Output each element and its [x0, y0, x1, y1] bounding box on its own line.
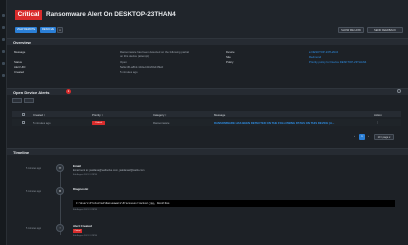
event-diagnostic-time: 5 minutes ago — [26, 190, 42, 193]
reports-icon[interactable] — [2, 62, 5, 65]
column-category-label: Category — [153, 112, 165, 117]
select-all-checkbox[interactable] — [22, 112, 25, 116]
show-me-how-button[interactable]: SHOW ME HOW — [338, 27, 364, 33]
row-action-menu[interactable]: ⋮ — [376, 120, 379, 124]
event-email-text: Email sent to: jsaldana@wellsolve.com, j… — [73, 169, 145, 172]
chevron-left-icon[interactable]: ‹ — [352, 134, 357, 140]
filter-button[interactable] — [24, 98, 34, 103]
alert-uid-value: 5a9e1f0-a8b2-10da-b4b2bbd4f9e0 — [120, 65, 164, 69]
event-diagnostic-title: Diagnostic — [73, 187, 89, 191]
per-page-select[interactable]: 10 / page ▾ — [374, 134, 394, 140]
alert-count-badge: 1 — [66, 89, 71, 94]
message-label: Message — [14, 50, 26, 54]
created-value: 5 minutes ago — [120, 70, 138, 74]
home-icon[interactable] — [2, 14, 5, 17]
alerts-table-header — [12, 111, 401, 117]
send-feedback-button[interactable]: SEND FEEDBACK — [367, 27, 403, 33]
row-priority-badge: Critical — [92, 120, 105, 125]
row-checkbox[interactable] — [22, 121, 25, 124]
email-icon: ✉ — [56, 164, 64, 172]
overview-heading: Overview — [7, 38, 408, 45]
dashboard-icon[interactable] — [2, 26, 5, 29]
settings-icon[interactable] — [2, 74, 5, 77]
alert-uid-label: Alert UID — [14, 65, 26, 69]
status-value: Open — [120, 60, 127, 64]
page-title: Ransomware Alert On DESKTOP-23THAN4 — [46, 11, 176, 18]
diagnostic-icon: ⚙ — [56, 187, 64, 195]
settings-icon[interactable] — [397, 89, 401, 93]
event-diagnostic-code: C:\Users\Protected\Ransomware\Processes\… — [73, 200, 395, 207]
device-label: Device — [226, 50, 235, 54]
row-created: 5 minutes ago — [33, 121, 51, 125]
row-category: Ransomware — [153, 121, 170, 125]
event-email-title: Email — [73, 164, 82, 168]
device-value: DESKTOP-23THAN4 — [311, 50, 338, 54]
page-header: Critical Ransomware Alert On DESKTOP-23T… — [7, 0, 408, 38]
column-created-label: Created — [33, 112, 43, 117]
timeline-heading: Timeline — [7, 148, 408, 155]
sidebar — [0, 0, 7, 245]
event-email-time: 5 minutes ago — [26, 167, 42, 170]
device-link[interactable]: ● DESKTOP-23THAN4 — [309, 50, 338, 54]
table-row[interactable] — [12, 119, 401, 126]
critical-tag: Critical — [15, 10, 42, 20]
alert-icon: ! — [56, 224, 64, 232]
status-label: Status — [14, 60, 22, 64]
policy-link[interactable]: Priority policy for Device DESKTOP-23THA… — [309, 60, 366, 64]
event-alert-badge: Critical — [73, 229, 82, 233]
site-label: Site — [226, 55, 231, 59]
column-priority-label: Priority — [92, 112, 101, 117]
row-message-link[interactable]: RANSOMWARE HAS BEEN DETECTED ON THE FOLL… — [214, 121, 334, 125]
column-action: Action — [374, 112, 382, 117]
event-email-date: 8th August 2021 2:29PM — [73, 174, 97, 176]
resolve-options-button[interactable]: ▾ — [57, 27, 63, 33]
event-diagnostic-date: 8th August 2021 2:29PM — [73, 209, 97, 211]
bulk-action-button[interactable] — [12, 98, 22, 103]
event-alert-date: 8th August 2021 2:29PM — [73, 235, 97, 237]
event-alert-title: Alert Created — [73, 224, 92, 228]
column-category[interactable]: Category ↕ — [153, 113, 167, 117]
policy-label: Policy — [226, 60, 234, 64]
column-created[interactable]: Created ↕ — [33, 113, 45, 117]
chevron-right-icon[interactable]: › — [366, 134, 371, 140]
devices-icon[interactable] — [2, 38, 5, 41]
created-label: Created — [14, 70, 24, 74]
overview-panel: Message Ransomware has been detected on … — [7, 45, 408, 78]
event-alert-time: 5 minutes ago — [26, 227, 42, 230]
site-link[interactable]: Redmond — [309, 55, 321, 59]
resolve-button[interactable]: RESOLVE — [40, 27, 56, 33]
page-1-button[interactable]: 1 — [359, 134, 365, 140]
per-page-value: 10 / page — [377, 136, 389, 139]
view-remote-button[interactable]: VIEW REMOTE — [15, 27, 37, 33]
message-value-line2: on this device (attempt) — [120, 54, 150, 58]
column-message: Message — [214, 112, 226, 117]
column-priority[interactable]: Priority ↕ — [92, 113, 103, 117]
alerts-icon[interactable] — [2, 50, 5, 53]
